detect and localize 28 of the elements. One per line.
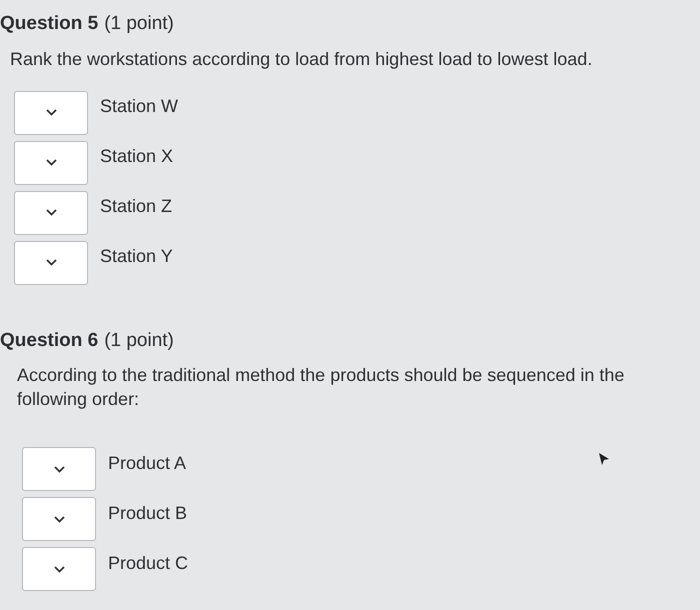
option-label: Station X — [100, 145, 174, 168]
option-label: Product A — [108, 452, 186, 474]
rank-dropdown[interactable] — [14, 240, 88, 284]
question-prompt: According to the traditional method the products should be sequenced in the following order: — [16, 364, 626, 411]
chevron-down-icon — [54, 466, 64, 472]
option-label: Product B — [108, 502, 188, 524]
mouse-cursor-icon — [598, 452, 610, 466]
option-label: Station W — [100, 95, 178, 118]
rank-dropdown[interactable] — [22, 447, 96, 491]
question-prompt: Rank the workstations according to load from highest load to lowest load. — [9, 48, 594, 70]
rank-dropdown[interactable] — [14, 140, 88, 184]
option-label: Product C — [108, 552, 188, 574]
question-points: (1 point) — [104, 328, 174, 352]
chevron-down-icon — [54, 566, 64, 572]
option-label: Station Z — [100, 195, 172, 218]
chevron-down-icon — [46, 259, 56, 266]
question-number: Question 6 — [0, 328, 98, 352]
chevron-down-icon — [54, 516, 64, 522]
rank-dropdown[interactable] — [14, 190, 88, 234]
rank-dropdown[interactable] — [14, 90, 88, 134]
rank-dropdown[interactable] — [22, 497, 96, 541]
rank-dropdown[interactable] — [22, 547, 96, 591]
question-number: Question 5 — [0, 12, 98, 36]
chevron-down-icon — [46, 109, 56, 116]
chevron-down-icon — [46, 159, 56, 166]
question-points: (1 point) — [104, 12, 174, 36]
option-label: Station Y — [100, 245, 173, 268]
chevron-down-icon — [46, 209, 56, 216]
